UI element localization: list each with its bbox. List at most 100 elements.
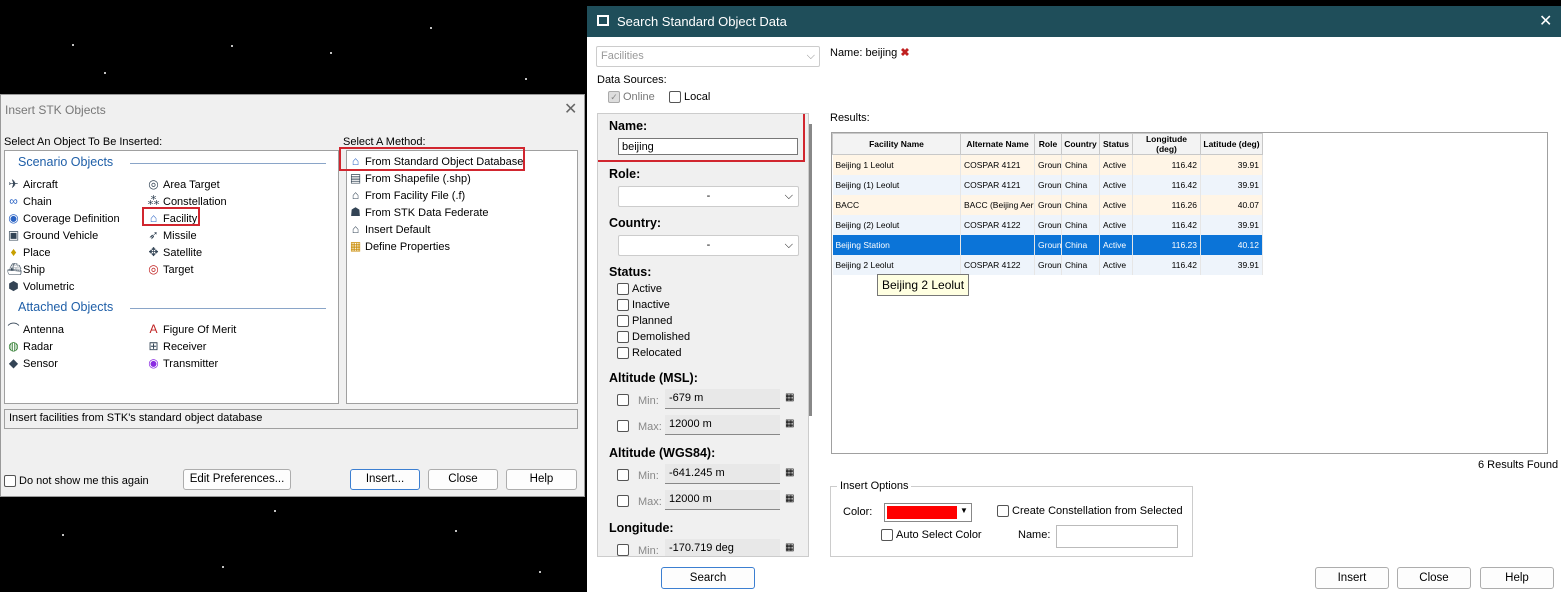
status-demolished-checkbox[interactable]: Demolished — [617, 331, 690, 343]
object-figure-of-merit[interactable]: A Figure Of Merit — [147, 323, 236, 336]
alt-msl-max-checkbox[interactable] — [617, 420, 629, 432]
object-list-panel: Scenario Objects ✈ Aircraft ◎ Area Target … — [4, 150, 339, 404]
table-cell: Beijing 1 Leolut — [832, 154, 961, 175]
lon-min-checkbox[interactable] — [617, 544, 629, 556]
close-button[interactable]: Close — [1397, 567, 1471, 589]
status-active-checkbox[interactable]: Active — [617, 283, 662, 295]
area-target-icon: ◎ — [148, 177, 159, 191]
remove-filter-icon[interactable]: ✖ — [900, 47, 909, 59]
table-cell: Active — [1099, 214, 1133, 235]
object-place[interactable]: ♦ Place — [7, 245, 50, 259]
alt-msl-min-checkbox[interactable] — [617, 394, 629, 406]
missile-icon: ➶ — [148, 228, 159, 242]
table-cell: Groun — [1034, 194, 1062, 215]
calculator-icon[interactable]: ▦ — [785, 493, 794, 504]
object-volumetric[interactable]: ⬢ Volumetric — [7, 280, 74, 293]
table-cell: 39.91 — [1200, 254, 1263, 275]
calculator-icon[interactable]: ▦ — [785, 418, 794, 429]
table-row[interactable]: Beijing 1 Leolut COSPAR 4121 Groun China Act… — [832, 154, 1263, 175]
table-row[interactable]: BACC BACC (Beijing Aer Groun China Active 116… — [832, 194, 1263, 215]
column-header[interactable]: Role — [1034, 133, 1062, 155]
alt-msl-min-input[interactable]: -679 m — [665, 389, 780, 409]
table-row[interactable]: Beijing 2 Leolut COSPAR 4122 Groun China Act… — [832, 254, 1263, 275]
object-sensor[interactable]: ◆ Sensor — [7, 357, 58, 370]
create-constellation-checkbox[interactable]: Create Constellation from Selected — [997, 505, 1183, 517]
alt-msl-max-input[interactable]: 12000 m — [665, 415, 780, 435]
table-cell: COSPAR 4122 — [960, 214, 1035, 235]
column-header[interactable]: Country — [1061, 133, 1100, 155]
auto-select-color-checkbox[interactable]: Auto Select Color — [881, 529, 982, 541]
status-planned-checkbox[interactable]: Planned — [617, 315, 672, 327]
search-button[interactable]: Search — [661, 567, 755, 589]
calculator-icon[interactable]: ▦ — [785, 467, 794, 478]
table-cell: Groun — [1034, 214, 1062, 235]
chevron-down-icon: ⌵ — [784, 190, 793, 202]
method-list-panel: ⌂ From Standard Object Database ▤ From Sha… — [346, 150, 578, 404]
insert-button[interactable]: Insert — [1315, 567, 1389, 589]
category-dropdown[interactable]: Facilities ⌵ — [596, 46, 820, 67]
method-define-properties[interactable]: ▦ Define Properties — [349, 240, 450, 253]
place-icon: ♦ — [10, 245, 17, 259]
constellation-name-input[interactable] — [1056, 525, 1178, 548]
insert-button[interactable]: Insert... — [350, 469, 420, 490]
country-dropdown[interactable]: - ⌵ — [618, 235, 799, 256]
object-receiver[interactable]: ⊞ Receiver — [147, 340, 206, 353]
alt-wgs-min-input[interactable]: -641.245 m — [665, 464, 780, 484]
object-transmitter[interactable]: ◉ Transmitter — [147, 357, 218, 370]
table-row[interactable]: Beijing (2) Leolut COSPAR 4122 Groun China A… — [832, 214, 1263, 235]
method-data-federate[interactable]: ☗ From STK Data Federate — [349, 206, 488, 219]
object-aircraft[interactable]: ✈ Aircraft — [7, 177, 57, 191]
help-button[interactable]: Help — [1480, 567, 1554, 589]
table-cell: 40.12 — [1200, 234, 1263, 255]
object-radar[interactable]: ◍ Radar — [7, 340, 53, 353]
column-header[interactable]: Status — [1099, 133, 1133, 155]
alt-wgs-max-checkbox[interactable] — [617, 495, 629, 507]
role-dropdown[interactable]: - ⌵ — [618, 186, 799, 207]
alt-wgs-min-checkbox[interactable] — [617, 469, 629, 481]
dont-show-checkbox[interactable]: Do not show me this again — [4, 475, 149, 487]
object-missile[interactable]: ➶ Missile — [147, 228, 196, 242]
color-picker[interactable]: ▼ — [884, 503, 972, 522]
object-chain[interactable]: ∞ Chain — [7, 195, 52, 208]
chain-icon: ∞ — [9, 194, 18, 208]
alt-wgs-max-input[interactable]: 12000 m — [665, 490, 780, 510]
object-satellite[interactable]: ✥ Satellite — [147, 246, 202, 259]
object-target[interactable]: ◎ Target — [147, 263, 193, 276]
receiver-icon: ⊞ — [148, 339, 159, 353]
column-header[interactable]: Latitude (deg) — [1200, 133, 1263, 155]
filter-scrollbar[interactable] — [809, 124, 812, 416]
close-icon[interactable]: ✕ — [1539, 11, 1552, 31]
object-antenna[interactable]: ⌒ Antenna — [7, 323, 64, 336]
object-ground-vehicle[interactable]: ▣ Ground Vehicle — [7, 229, 98, 242]
object-ship[interactable]: ⛴ Ship — [7, 263, 45, 276]
column-header[interactable]: Longitude (deg) — [1132, 133, 1201, 155]
calculator-icon[interactable]: ▦ — [785, 542, 794, 553]
tooltip: Beijing 2 Leolut — [877, 274, 970, 296]
column-header[interactable]: Facility Name — [832, 133, 961, 155]
lon-min-input[interactable]: -170.719 deg — [665, 539, 780, 556]
online-checkbox[interactable]: ✓ Online — [608, 91, 655, 103]
method-insert-default[interactable]: ⌂ Insert Default — [349, 222, 431, 236]
object-coverage-definition[interactable]: ◉ Coverage Definition — [7, 212, 119, 225]
table-cell: 40.07 — [1200, 194, 1263, 215]
aircraft-icon: ✈ — [8, 177, 19, 191]
table-row[interactable]: Beijing (1) Leolut COSPAR 4121 Groun China A… — [832, 174, 1263, 195]
radar-icon: ◍ — [8, 339, 19, 353]
status-relocated-checkbox[interactable]: Relocated — [617, 347, 682, 359]
close-icon[interactable]: ✕ — [564, 99, 577, 119]
column-header[interactable]: Alternate Name — [960, 133, 1035, 155]
table-cell: COSPAR 4122 — [960, 254, 1035, 275]
close-button[interactable]: Close — [428, 469, 498, 490]
table-row[interactable]: Beijing Station Groun China Active 116.23 40.… — [832, 234, 1263, 255]
method-shapefile[interactable]: ▤ From Shapefile (.shp) — [349, 172, 471, 185]
local-checkbox[interactable]: Local — [669, 91, 710, 103]
altitude-msl-label: Altitude (MSL): — [609, 371, 698, 385]
help-button[interactable]: Help — [506, 469, 577, 490]
results-count: 6 Results Found — [1478, 459, 1559, 471]
method-facility-file[interactable]: ⌂ From Facility File (.f) — [349, 189, 465, 202]
default-icon: ⌂ — [351, 222, 360, 236]
edit-preferences-button[interactable]: Edit Preferences... — [183, 469, 291, 490]
object-area-target[interactable]: ◎ Area Target — [147, 177, 219, 191]
calculator-icon[interactable]: ▦ — [785, 392, 794, 403]
status-inactive-checkbox[interactable]: Inactive — [617, 299, 670, 311]
